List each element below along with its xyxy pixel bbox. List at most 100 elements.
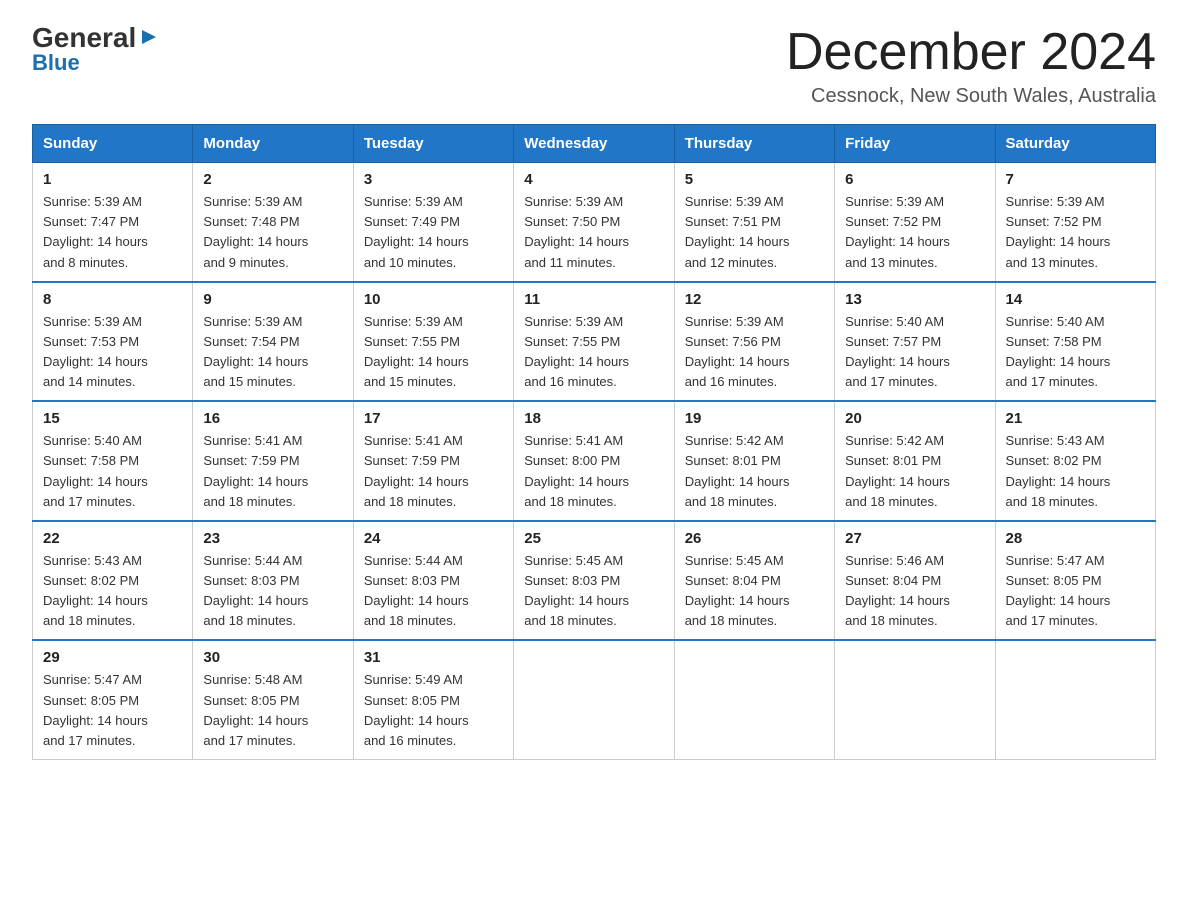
calendar-cell: 26 Sunrise: 5:45 AMSunset: 8:04 PMDayligh…	[674, 521, 834, 641]
day-info: Sunrise: 5:39 AMSunset: 7:52 PMDaylight:…	[1006, 192, 1145, 273]
day-number: 10	[364, 291, 503, 308]
calendar-cell: 9 Sunrise: 5:39 AMSunset: 7:54 PMDaylight…	[193, 282, 353, 402]
header-saturday: Saturday	[995, 125, 1155, 163]
day-info: Sunrise: 5:39 AMSunset: 7:51 PMDaylight:…	[685, 192, 824, 273]
day-number: 24	[364, 530, 503, 547]
day-info: Sunrise: 5:39 AMSunset: 7:56 PMDaylight:…	[685, 312, 824, 393]
day-info: Sunrise: 5:45 AMSunset: 8:03 PMDaylight:…	[524, 551, 663, 632]
calendar-cell: 27 Sunrise: 5:46 AMSunset: 8:04 PMDayligh…	[835, 521, 995, 641]
day-number: 20	[845, 410, 984, 427]
day-info: Sunrise: 5:44 AMSunset: 8:03 PMDaylight:…	[364, 551, 503, 632]
header-monday: Monday	[193, 125, 353, 163]
day-number: 27	[845, 530, 984, 547]
day-number: 16	[203, 410, 342, 427]
day-info: Sunrise: 5:39 AMSunset: 7:50 PMDaylight:…	[524, 192, 663, 273]
subtitle: Cessnock, New South Wales, Australia	[786, 85, 1156, 108]
logo: General Blue	[32, 24, 160, 76]
day-info: Sunrise: 5:44 AMSunset: 8:03 PMDaylight:…	[203, 551, 342, 632]
day-info: Sunrise: 5:46 AMSunset: 8:04 PMDaylight:…	[845, 551, 984, 632]
day-number: 9	[203, 291, 342, 308]
calendar-cell: 25 Sunrise: 5:45 AMSunset: 8:03 PMDayligh…	[514, 521, 674, 641]
calendar-cell: 19 Sunrise: 5:42 AMSunset: 8:01 PMDayligh…	[674, 401, 834, 521]
calendar-cell: 7 Sunrise: 5:39 AMSunset: 7:52 PMDaylight…	[995, 163, 1155, 282]
day-info: Sunrise: 5:39 AMSunset: 7:47 PMDaylight:…	[43, 192, 182, 273]
calendar-header-row: SundayMondayTuesdayWednesdayThursdayFrid…	[33, 125, 1156, 163]
day-info: Sunrise: 5:40 AMSunset: 7:58 PMDaylight:…	[43, 431, 182, 512]
calendar-cell: 15 Sunrise: 5:40 AMSunset: 7:58 PMDayligh…	[33, 401, 193, 521]
calendar-cell: 13Sunrise: 5:40 AMSunset: 7:57 PMDayligh…	[835, 282, 995, 402]
day-number: 25	[524, 530, 663, 547]
day-number: 23	[203, 530, 342, 547]
header-tuesday: Tuesday	[353, 125, 513, 163]
calendar-week-1: 1Sunrise: 5:39 AMSunset: 7:47 PMDaylight…	[33, 163, 1156, 282]
day-number: 4	[524, 171, 663, 188]
day-info: Sunrise: 5:47 AMSunset: 8:05 PMDaylight:…	[1006, 551, 1145, 632]
calendar-week-2: 8 Sunrise: 5:39 AMSunset: 7:53 PMDaylight…	[33, 282, 1156, 402]
day-info: Sunrise: 5:39 AMSunset: 7:55 PMDaylight:…	[364, 312, 503, 393]
day-number: 19	[685, 410, 824, 427]
day-number: 13	[845, 291, 984, 308]
day-number: 21	[1006, 410, 1145, 427]
day-number: 7	[1006, 171, 1145, 188]
calendar-cell: 10 Sunrise: 5:39 AMSunset: 7:55 PMDayligh…	[353, 282, 513, 402]
calendar-cell: 30 Sunrise: 5:48 AMSunset: 8:05 PMDayligh…	[193, 640, 353, 759]
day-info: Sunrise: 5:41 AMSunset: 8:00 PMDaylight:…	[524, 431, 663, 512]
calendar-cell	[674, 640, 834, 759]
calendar-week-5: 29 Sunrise: 5:47 AMSunset: 8:05 PMDayligh…	[33, 640, 1156, 759]
calendar-cell: 22Sunrise: 5:43 AMSunset: 8:02 PMDayligh…	[33, 521, 193, 641]
calendar-cell: 17Sunrise: 5:41 AMSunset: 7:59 PMDayligh…	[353, 401, 513, 521]
calendar-cell: 21 Sunrise: 5:43 AMSunset: 8:02 PMDayligh…	[995, 401, 1155, 521]
calendar-cell: 4 Sunrise: 5:39 AMSunset: 7:50 PMDaylight…	[514, 163, 674, 282]
day-info: Sunrise: 5:43 AMSunset: 8:02 PMDaylight:…	[43, 551, 182, 632]
day-number: 2	[203, 171, 342, 188]
day-info: Sunrise: 5:40 AMSunset: 7:58 PMDaylight:…	[1006, 312, 1145, 393]
calendar-cell: 12Sunrise: 5:39 AMSunset: 7:56 PMDayligh…	[674, 282, 834, 402]
calendar-cell: 28 Sunrise: 5:47 AMSunset: 8:05 PMDayligh…	[995, 521, 1155, 641]
day-number: 30	[203, 649, 342, 666]
calendar-week-4: 22Sunrise: 5:43 AMSunset: 8:02 PMDayligh…	[33, 521, 1156, 641]
calendar-cell: 14 Sunrise: 5:40 AMSunset: 7:58 PMDayligh…	[995, 282, 1155, 402]
calendar-cell: 11 Sunrise: 5:39 AMSunset: 7:55 PMDayligh…	[514, 282, 674, 402]
day-info: Sunrise: 5:41 AMSunset: 7:59 PMDaylight:…	[203, 431, 342, 512]
day-info: Sunrise: 5:39 AMSunset: 7:49 PMDaylight:…	[364, 192, 503, 273]
calendar-cell: 18 Sunrise: 5:41 AMSunset: 8:00 PMDayligh…	[514, 401, 674, 521]
header-friday: Friday	[835, 125, 995, 163]
day-number: 3	[364, 171, 503, 188]
calendar-table: SundayMondayTuesdayWednesdayThursdayFrid…	[32, 124, 1156, 760]
day-info: Sunrise: 5:49 AMSunset: 8:05 PMDaylight:…	[364, 670, 503, 751]
header-thursday: Thursday	[674, 125, 834, 163]
day-info: Sunrise: 5:39 AMSunset: 7:55 PMDaylight:…	[524, 312, 663, 393]
main-title: December 2024	[786, 24, 1156, 81]
calendar-cell: 29 Sunrise: 5:47 AMSunset: 8:05 PMDayligh…	[33, 640, 193, 759]
calendar-cell: 3 Sunrise: 5:39 AMSunset: 7:49 PMDaylight…	[353, 163, 513, 282]
logo-general: General	[32, 24, 136, 52]
day-number: 8	[43, 291, 182, 308]
header: General Blue December 2024 Cessnock, New…	[32, 24, 1156, 108]
day-number: 17	[364, 410, 503, 427]
day-info: Sunrise: 5:42 AMSunset: 8:01 PMDaylight:…	[685, 431, 824, 512]
day-number: 5	[685, 171, 824, 188]
day-info: Sunrise: 5:48 AMSunset: 8:05 PMDaylight:…	[203, 670, 342, 751]
day-number: 26	[685, 530, 824, 547]
calendar-cell	[835, 640, 995, 759]
calendar-cell: 2Sunrise: 5:39 AMSunset: 7:48 PMDaylight…	[193, 163, 353, 282]
calendar-cell: 8 Sunrise: 5:39 AMSunset: 7:53 PMDaylight…	[33, 282, 193, 402]
day-number: 11	[524, 291, 663, 308]
day-info: Sunrise: 5:47 AMSunset: 8:05 PMDaylight:…	[43, 670, 182, 751]
day-number: 14	[1006, 291, 1145, 308]
calendar-cell: 1Sunrise: 5:39 AMSunset: 7:47 PMDaylight…	[33, 163, 193, 282]
calendar-cell: 6Sunrise: 5:39 AMSunset: 7:52 PMDaylight…	[835, 163, 995, 282]
day-info: Sunrise: 5:43 AMSunset: 8:02 PMDaylight:…	[1006, 431, 1145, 512]
day-number: 15	[43, 410, 182, 427]
day-info: Sunrise: 5:39 AMSunset: 7:54 PMDaylight:…	[203, 312, 342, 393]
calendar-cell: 23 Sunrise: 5:44 AMSunset: 8:03 PMDayligh…	[193, 521, 353, 641]
day-info: Sunrise: 5:39 AMSunset: 7:53 PMDaylight:…	[43, 312, 182, 393]
day-info: Sunrise: 5:45 AMSunset: 8:04 PMDaylight:…	[685, 551, 824, 632]
day-number: 29	[43, 649, 182, 666]
logo-icon	[138, 26, 160, 48]
day-number: 18	[524, 410, 663, 427]
day-info: Sunrise: 5:42 AMSunset: 8:01 PMDaylight:…	[845, 431, 984, 512]
header-sunday: Sunday	[33, 125, 193, 163]
title-block: December 2024 Cessnock, New South Wales,…	[786, 24, 1156, 108]
day-number: 28	[1006, 530, 1145, 547]
